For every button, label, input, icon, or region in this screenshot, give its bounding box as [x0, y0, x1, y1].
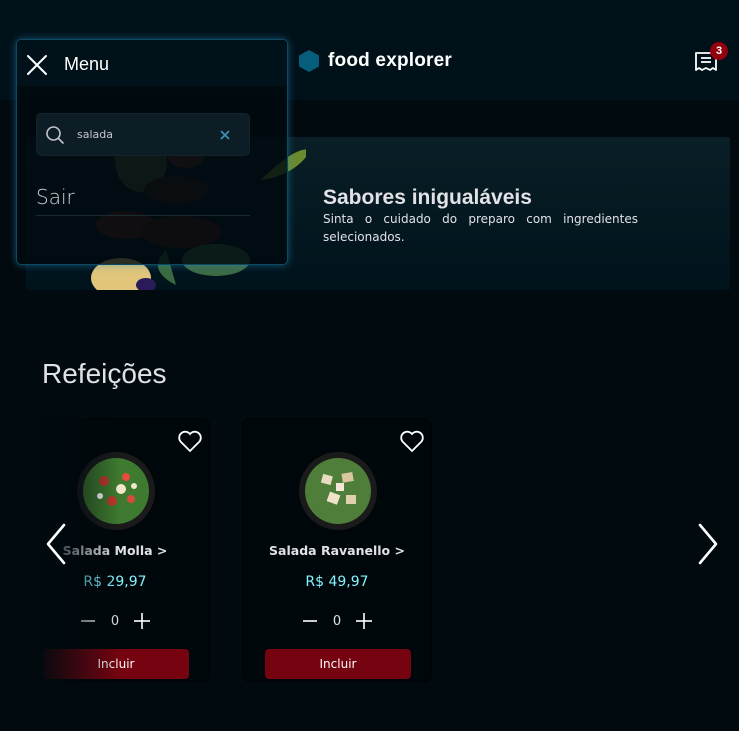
clear-search-button[interactable]: [220, 130, 230, 140]
banner-subtitle: Sinta o cuidado do preparo com ingredien…: [323, 212, 638, 244]
decrease-button[interactable]: [301, 612, 319, 630]
banner-title: Sabores inigualáveis: [323, 186, 532, 209]
menu-header: Menu: [17, 40, 287, 86]
hexagon-icon: [299, 50, 319, 72]
add-button[interactable]: Incluir: [265, 649, 411, 679]
increase-button[interactable]: [133, 612, 151, 630]
carousel-next-button[interactable]: [696, 522, 720, 566]
brand-name: food explorer: [328, 50, 453, 71]
minus-icon: [301, 612, 319, 630]
side-menu: Menu Sair: [16, 39, 288, 265]
section-title: Refeições: [42, 358, 167, 389]
chevron-right-icon: [696, 522, 720, 566]
dish-price: R$ 49,97: [305, 574, 369, 590]
decrease-button[interactable]: [79, 612, 97, 630]
close-menu-button[interactable]: [26, 54, 48, 76]
heart-icon: [177, 429, 203, 453]
menu-title: Menu: [64, 54, 110, 74]
clear-icon: [220, 130, 230, 140]
chevron-left-icon: [44, 522, 68, 566]
close-icon: [26, 54, 48, 76]
brand-logo[interactable]: food explorer: [299, 48, 452, 74]
dish-name[interactable]: Salada Ravanello >: [243, 543, 431, 558]
plus-icon: [355, 612, 373, 630]
carousel-prev-button[interactable]: [44, 522, 68, 566]
favorite-button[interactable]: [399, 429, 425, 453]
quantity-stepper: 0: [243, 611, 431, 631]
add-button[interactable]: Incluir: [43, 649, 189, 679]
dish-price: R$ 29,97: [83, 574, 147, 590]
order-count-badge: 3: [710, 42, 728, 60]
dish-image[interactable]: [298, 451, 378, 531]
quantity-value: 0: [332, 613, 342, 629]
favorite-button[interactable]: [177, 429, 203, 453]
quantity-value: 0: [110, 613, 120, 629]
plus-icon: [133, 612, 151, 630]
search-input[interactable]: [77, 122, 217, 146]
increase-button[interactable]: [355, 612, 373, 630]
heart-icon: [399, 429, 425, 453]
menu-item-logout[interactable]: Sair: [36, 185, 250, 216]
search-icon: [45, 125, 65, 145]
dish-card: Salada Ravanello > R$ 49,97 0 Incluir: [242, 418, 432, 682]
dish-image[interactable]: [76, 451, 156, 531]
minus-icon: [79, 612, 97, 630]
quantity-stepper: 0: [21, 611, 209, 631]
search-box: [36, 113, 250, 156]
